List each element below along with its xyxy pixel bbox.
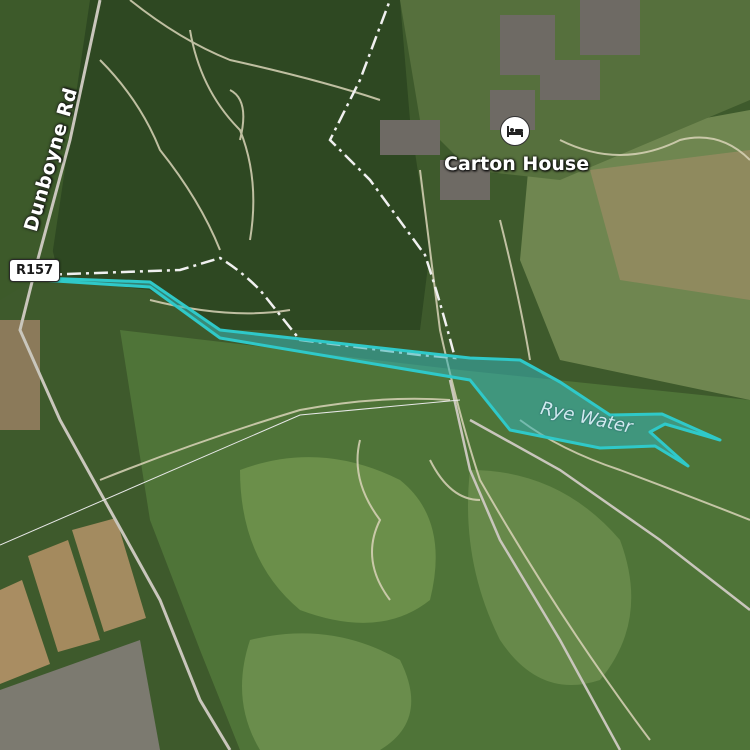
map-canvas xyxy=(0,0,750,750)
poi-label-carton-house[interactable]: Carton House xyxy=(444,153,589,175)
poi-marker-carton-house[interactable] xyxy=(500,116,530,146)
farm-field xyxy=(0,320,40,430)
route-shield-r157[interactable]: R157 xyxy=(9,259,61,282)
bed-icon xyxy=(500,116,530,146)
satellite-map[interactable]: Dunboyne Rd R157 Carton House Rye Water xyxy=(0,0,750,750)
